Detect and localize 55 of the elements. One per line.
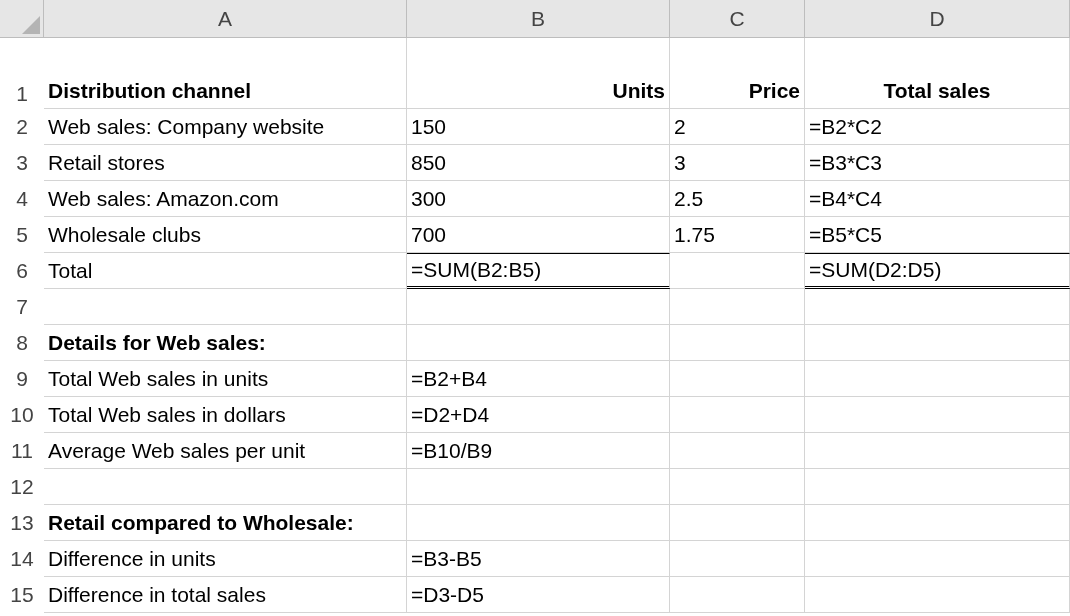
row-header[interactable]: 8 (0, 325, 44, 361)
table-cell: 700 (407, 217, 670, 253)
table-cell: Total sales (805, 38, 1070, 109)
table-cell: Total Web sales in dollars (44, 397, 407, 433)
column-header[interactable]: A (44, 0, 407, 38)
row-header[interactable]: 3 (0, 145, 44, 181)
table-cell: =B10/B9 (407, 433, 670, 469)
table-cell: Price (670, 38, 805, 109)
table-cell: Wholesale clubs (44, 217, 407, 253)
table-cell: Details for Web sales: (44, 325, 407, 361)
table-cell: =SUM(B2:B5) (407, 253, 670, 289)
row-header[interactable]: 2 (0, 109, 44, 145)
row-header[interactable]: 14 (0, 541, 44, 577)
table-cell: 2.5 (670, 181, 805, 217)
row-header[interactable]: 4 (0, 181, 44, 217)
table-cell: =B3*C3 (805, 145, 1070, 181)
table-cell: Web sales: Amazon.com (44, 181, 407, 217)
table-cell: Total (44, 253, 407, 289)
table-cell: 150 (407, 109, 670, 145)
row-header[interactable]: 1 (0, 38, 44, 109)
table-cell: 3 (670, 145, 805, 181)
table-cell: =B2*C2 (805, 109, 1070, 145)
column-header[interactable]: B (407, 0, 670, 38)
row-header[interactable]: 13 (0, 505, 44, 541)
table-cell: Units (407, 38, 670, 109)
column-header[interactable]: D (805, 0, 1070, 38)
row-header[interactable]: 5 (0, 217, 44, 253)
table-cell: Difference in total sales (44, 577, 407, 613)
table-cell: =B3-B5 (407, 541, 670, 577)
table-cell: Retail compared to Wholesale: (44, 505, 407, 541)
table-cell: Distribution channel (44, 38, 407, 109)
table-cell: 850 (407, 145, 670, 181)
table-cell: =D3-D5 (407, 577, 670, 613)
row-header[interactable]: 15 (0, 577, 44, 613)
row-header[interactable]: 7 (0, 289, 44, 325)
table-cell: 300 (407, 181, 670, 217)
row-header[interactable]: 11 (0, 433, 44, 469)
row-header[interactable]: 12 (0, 469, 44, 505)
table-cell: Average Web sales per unit (44, 433, 407, 469)
table-cell: =B5*C5 (805, 217, 1070, 253)
column-header[interactable]: C (670, 0, 805, 38)
table-cell: =SUM(D2:D5) (805, 253, 1070, 289)
table-cell: =D2+D4 (407, 397, 670, 433)
table-cell: =B2+B4 (407, 361, 670, 397)
select-all-icon[interactable] (0, 0, 44, 38)
table-cell: Retail stores (44, 145, 407, 181)
table-cell: Total Web sales in units (44, 361, 407, 397)
table-cell: Web sales: Company website (44, 109, 407, 145)
row-header[interactable]: 6 (0, 253, 44, 289)
row-header[interactable]: 10 (0, 397, 44, 433)
table-cell: 1.75 (670, 217, 805, 253)
table-cell: 2 (670, 109, 805, 145)
row-header[interactable]: 9 (0, 361, 44, 397)
table-cell: Difference in units (44, 541, 407, 577)
table-cell: =B4*C4 (805, 181, 1070, 217)
